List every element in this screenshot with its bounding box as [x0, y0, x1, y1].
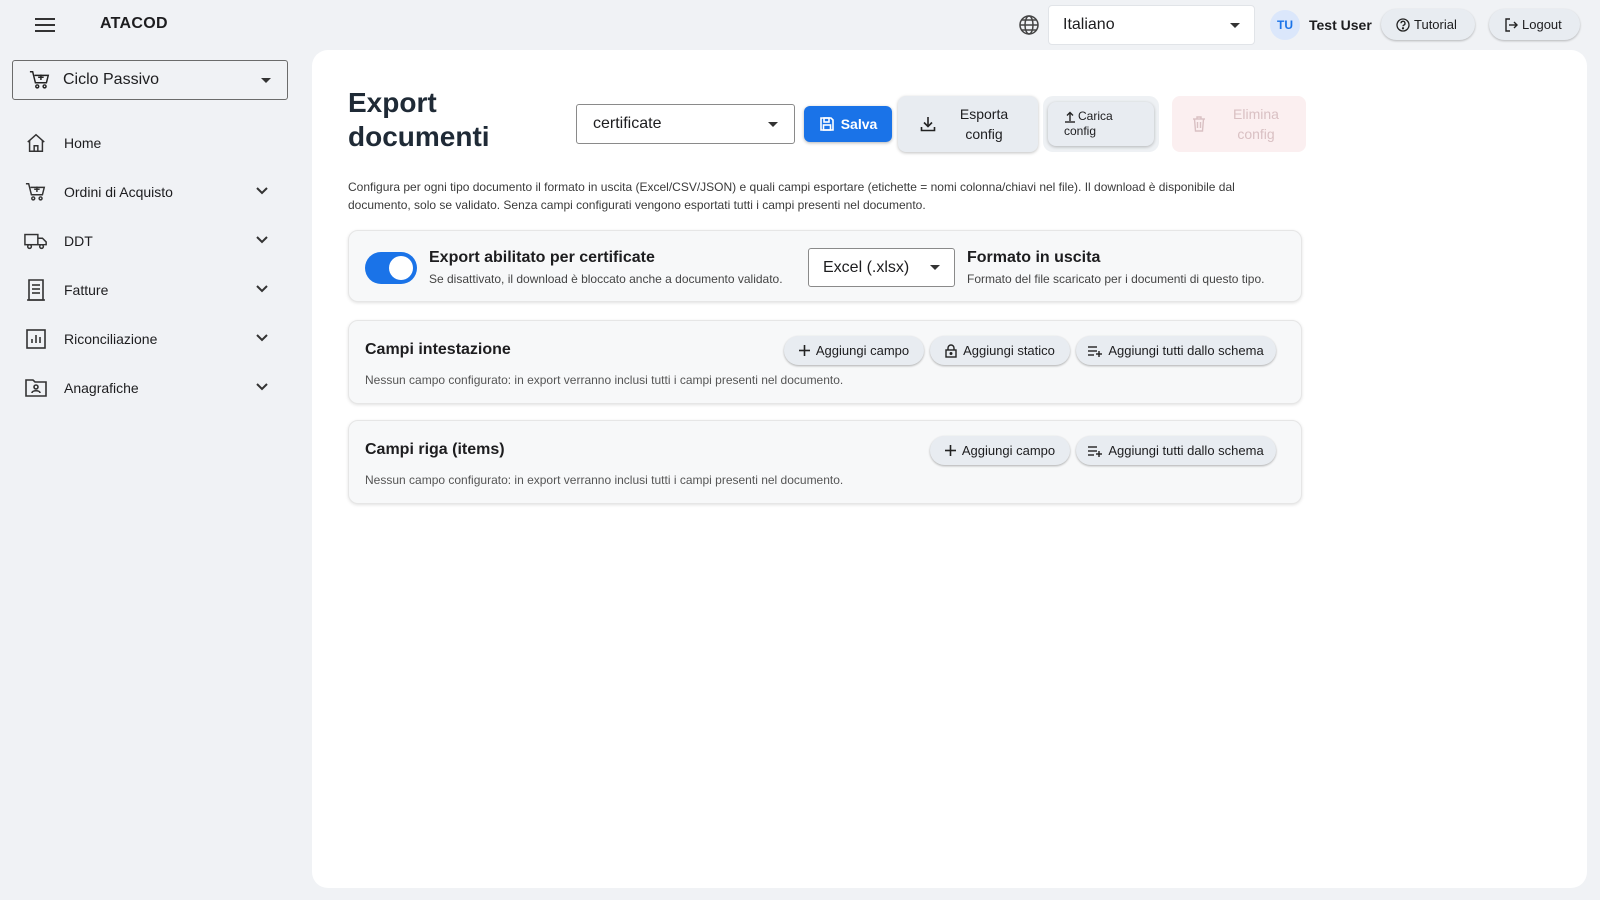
document-type-value: certificate: [593, 115, 662, 132]
add-field-label: Aggiungi campo: [961, 443, 1056, 458]
plus-icon: [798, 345, 810, 356]
output-format-value: Excel (.xlsx): [823, 258, 910, 276]
output-format-select[interactable]: Excel (.xlsx): [808, 248, 955, 287]
caret-down-icon: [768, 121, 778, 127]
avatar[interactable]: TU: [1270, 10, 1300, 40]
save-label: Salva: [840, 116, 878, 132]
row-fields-panel: Campi riga (items) Aggiungi campo Aggiun…: [348, 420, 1302, 504]
trash-icon: [1193, 116, 1205, 132]
header-fields-title: Campi intestazione: [365, 341, 511, 358]
tutorial-button[interactable]: Tutorial: [1381, 9, 1475, 40]
sidebar-item-label: Riconciliazione: [64, 330, 158, 347]
output-format-title: Formato in uscita: [967, 249, 1101, 266]
module-value: Ciclo Passivo: [63, 71, 160, 88]
module-select[interactable]: Ciclo Passivo: [12, 60, 288, 100]
delete-config-button[interactable]: Elimina config: [1172, 96, 1306, 152]
chevron-down-icon[interactable]: [252, 230, 272, 250]
header-fields-empty-message: Nessun campo configurato: in export verr…: [365, 373, 844, 387]
hamburger-menu-icon[interactable]: [30, 12, 60, 38]
plus-icon: [944, 445, 956, 456]
add-static-field-button[interactable]: Aggiungi statico: [930, 336, 1070, 365]
sidebar-item-home[interactable]: Home: [0, 118, 300, 167]
sidebar-nav: Home Ordini di Acquisto DDT Fatture Rico…: [0, 118, 300, 412]
row-fields-title: Campi riga (items): [365, 441, 505, 458]
upload-config-label-2: config: [1064, 124, 1097, 138]
page-description: Configura per ogni tipo documento il for…: [348, 180, 1235, 212]
home-icon: [24, 131, 48, 155]
header-fields-panel: Campi intestazione Aggiungi campo Aggiun…: [348, 320, 1302, 404]
sidebar-item-fatture[interactable]: Fatture: [0, 265, 300, 314]
cart-icon: [24, 180, 48, 204]
sidebar-item-ddt[interactable]: DDT: [0, 216, 300, 265]
toggle-knob: [389, 256, 413, 280]
logout-icon: [1505, 17, 1518, 32]
help-circle-icon: [1396, 17, 1410, 32]
add-all-header-fields-button[interactable]: Aggiungi tutti dallo schema: [1076, 336, 1276, 365]
tutorial-label: Tutorial: [1414, 17, 1457, 32]
export-config-label: Esporta config: [959, 106, 1009, 142]
chart-icon: [24, 327, 48, 351]
chevron-down-icon[interactable]: [252, 377, 272, 397]
export-enabled-subtitle: Se disattivato, il download è bloccato a…: [429, 272, 783, 286]
top-bar: ATACOD Italiano TU Test User Tutorial Lo…: [0, 0, 1600, 50]
truck-icon: [24, 229, 48, 253]
lock-icon: [945, 343, 957, 358]
export-settings-panel: Export abilitato per certificate Se disa…: [348, 230, 1302, 302]
export-enabled-toggle[interactable]: [365, 252, 417, 284]
contact-folder-icon: [24, 376, 48, 400]
sidebar-item-riconciliazione[interactable]: Riconciliazione: [0, 314, 300, 363]
chevron-down-icon[interactable]: [252, 181, 272, 201]
caret-down-icon: [1230, 22, 1240, 28]
app-brand: ATACOD: [100, 15, 168, 32]
upload-icon: [1065, 111, 1075, 123]
main-content: Export documenti certificate Salva Espor…: [312, 50, 1587, 888]
add-header-field-button[interactable]: Aggiungi campo: [784, 336, 924, 365]
delete-config-label: Elimina config: [1233, 106, 1279, 142]
chevron-down-icon[interactable]: [252, 328, 272, 348]
user-name: Test User: [1309, 17, 1372, 33]
output-format-subtitle: Formato del file scaricato per i documen…: [967, 272, 1265, 286]
sidebar-item-anagrafiche[interactable]: Anagrafiche: [0, 363, 300, 412]
row-fields-empty-message: Nessun campo configurato: in export verr…: [365, 473, 844, 487]
invoice-icon: [24, 278, 48, 302]
logout-button[interactable]: Logout: [1489, 9, 1580, 40]
logout-label: Logout: [1522, 17, 1562, 32]
upload-config-label-1: Carica: [1078, 109, 1113, 123]
add-all-row-fields-button[interactable]: Aggiungi tutti dallo schema: [1076, 436, 1276, 465]
sidebar-item-label: DDT: [64, 232, 93, 249]
page-title: Export documenti: [348, 87, 490, 152]
chevron-down-icon[interactable]: [252, 279, 272, 299]
sidebar-item-label: Home: [64, 134, 102, 151]
save-icon: [819, 117, 834, 131]
add-static-label: Aggiungi statico: [963, 343, 1055, 358]
save-button[interactable]: Salva: [804, 106, 892, 142]
caret-down-icon: [930, 265, 940, 270]
cart-icon: [29, 71, 50, 89]
sidebar-item-label: Ordini di Acquisto: [64, 183, 173, 200]
add-field-label: Aggiungi campo: [815, 343, 910, 358]
export-config-button[interactable]: Esporta config: [898, 96, 1038, 152]
export-enabled-title: Export abilitato per certificate: [429, 249, 655, 266]
playlist-add-icon: [1088, 445, 1103, 457]
sidebar-item-label: Anagrafiche: [64, 379, 139, 396]
sidebar-item-ordini[interactable]: Ordini di Acquisto: [0, 167, 300, 216]
globe-icon: [1018, 14, 1040, 36]
document-type-select[interactable]: certificate: [576, 104, 795, 144]
add-all-label: Aggiungi tutti dallo schema: [1108, 343, 1264, 358]
add-all-label: Aggiungi tutti dallo schema: [1108, 443, 1264, 458]
add-row-field-button[interactable]: Aggiungi campo: [930, 436, 1070, 465]
language-select[interactable]: Italiano: [1048, 5, 1255, 45]
language-value: Italiano: [1063, 16, 1115, 33]
caret-down-icon: [261, 77, 271, 83]
download-icon: [920, 117, 936, 132]
upload-config-button[interactable]: Carica config: [1048, 102, 1154, 146]
playlist-add-icon: [1088, 345, 1103, 357]
sidebar-item-label: Fatture: [64, 281, 109, 298]
